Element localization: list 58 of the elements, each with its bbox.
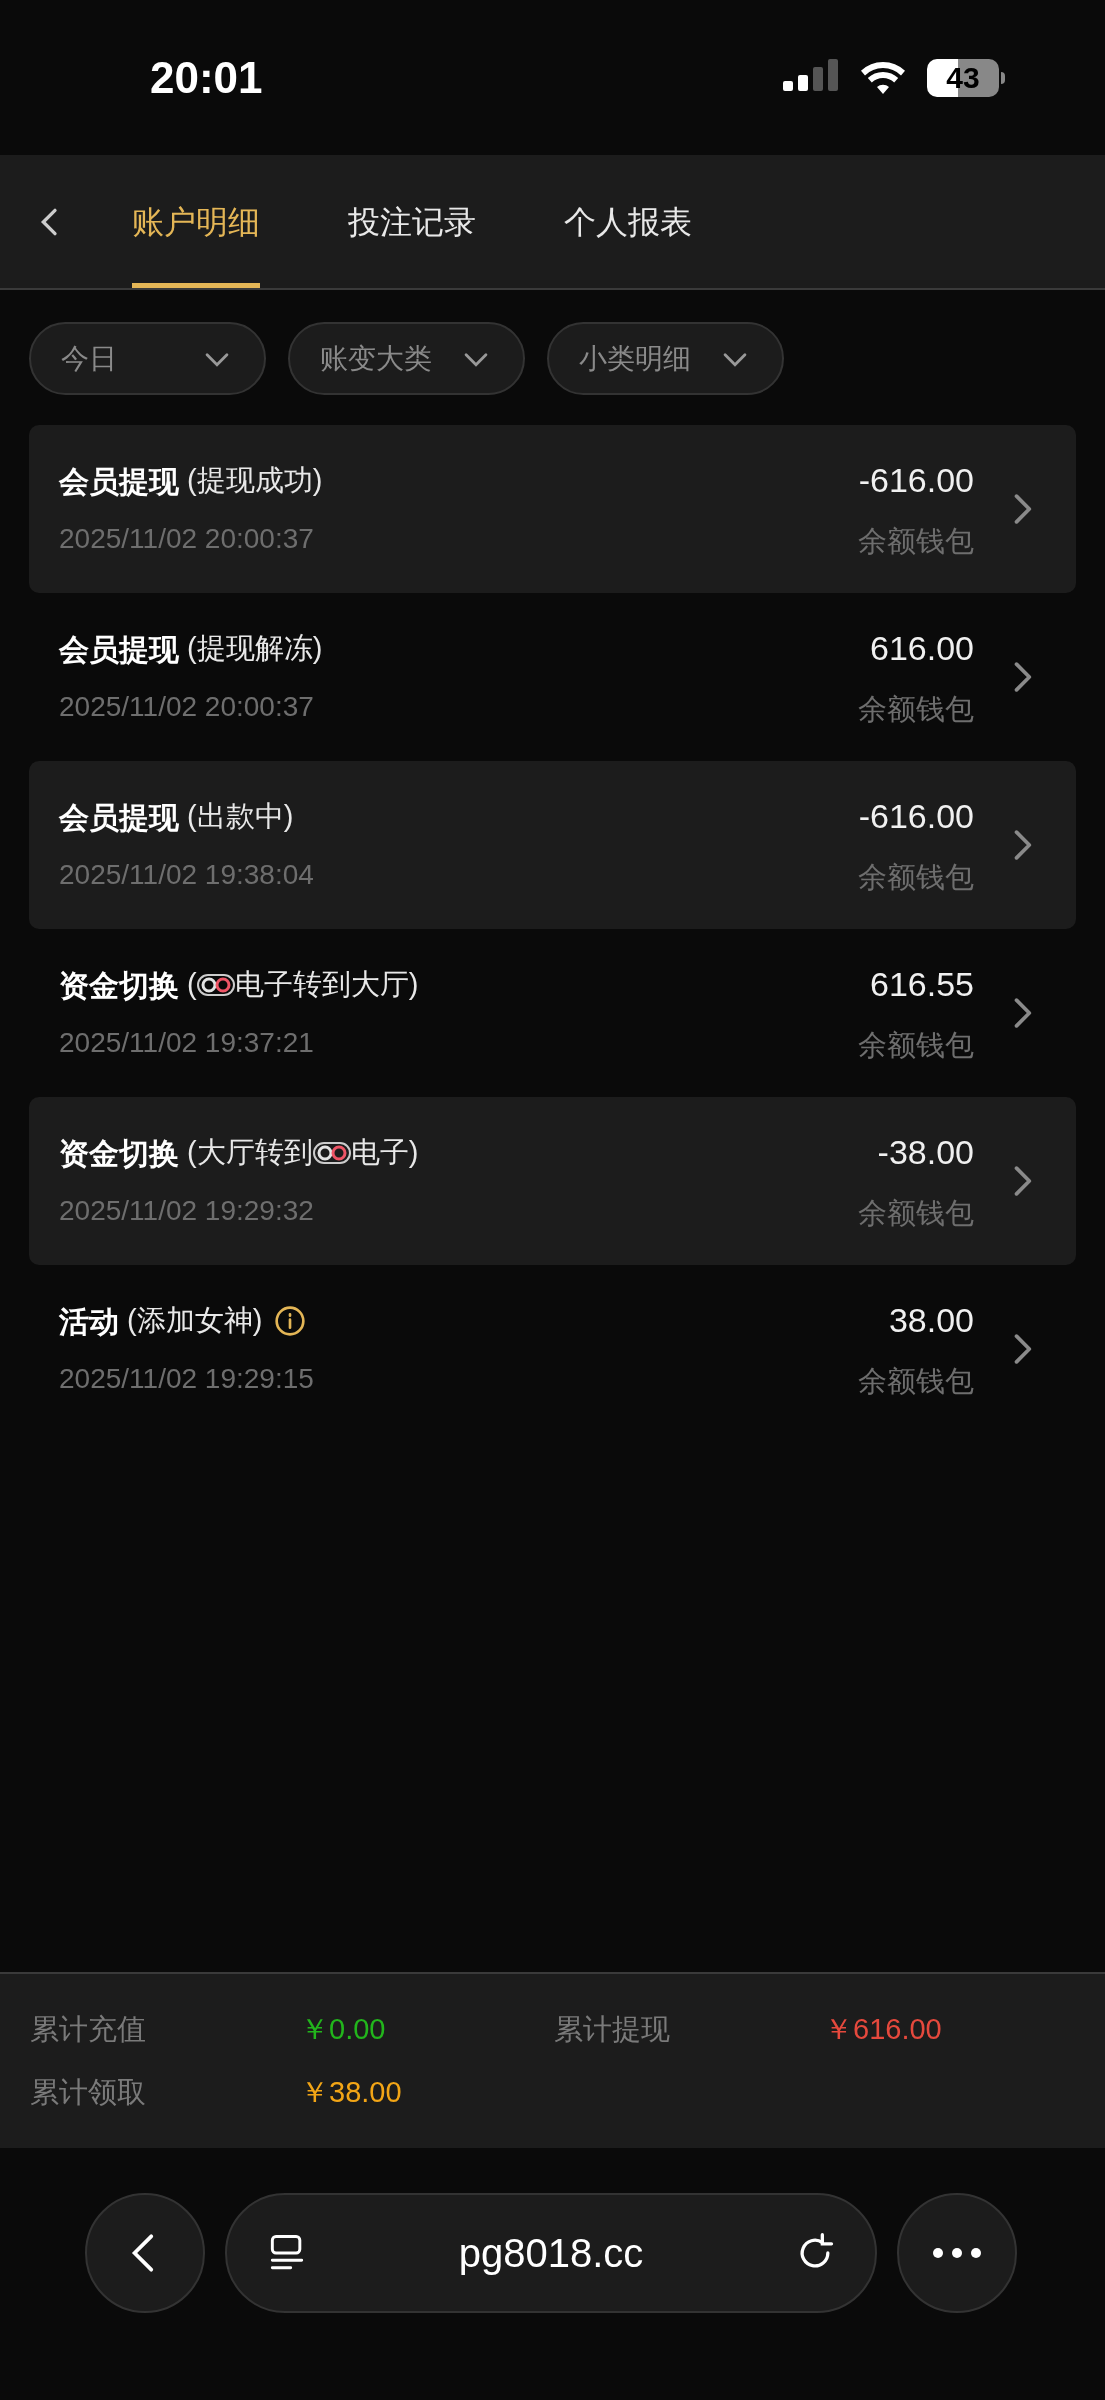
wallet-label: 余额钱包: [858, 859, 974, 895]
tab[interactable]: 投注记录: [348, 155, 476, 288]
record-amount: 616.00: [870, 627, 974, 669]
address-bar[interactable]: pg8018.cc: [225, 2193, 877, 2313]
record-title: 活动: [59, 1303, 119, 1340]
record-detail: (出款中): [187, 799, 294, 835]
record-time: 2025/11/02 19:29:32: [59, 1193, 315, 1228]
summary-label: 累计充值: [30, 2011, 147, 2047]
clock: 20:01: [150, 51, 263, 104]
record-title: 资金切换: [59, 967, 179, 1004]
record-detail: (: [187, 967, 197, 1003]
summary-value: ￥616.00: [824, 2011, 943, 2047]
record-row[interactable]: 会员提现 (出款中) 2025/11/02 19:38:04 -616.00 余额钱包: [29, 761, 1076, 929]
wallet-label: 余额钱包: [858, 523, 974, 559]
wifi-icon: [859, 59, 907, 96]
record-row[interactable]: 活动 (添加女神) 2025/11/02 19:29:15 38.00 余额钱包: [29, 1265, 1076, 1433]
record-time: 2025/11/02 19:38:04: [59, 857, 315, 892]
wallet-label: 余额钱包: [858, 1363, 974, 1399]
wallet-label: 余额钱包: [858, 1027, 974, 1063]
record-detail: (添加女神): [127, 1303, 263, 1339]
tab[interactable]: 账户明细: [132, 155, 260, 288]
record-detail: 电子转到大厅): [234, 967, 419, 1003]
record-row[interactable]: 资金切换 (大厅转到 电子) 2025/11/02 19:29:32 -38.00 余额钱包: [29, 1097, 1076, 1265]
info-icon[interactable]: [274, 1305, 307, 1337]
summary-value: ￥38.00: [300, 2075, 403, 2110]
record-title: 会员提现: [59, 799, 179, 836]
record-row[interactable]: 会员提现 (提现解冻) 2025/11/02 20:00:37 616.00 余额钱包: [29, 593, 1076, 761]
filter-dropdown[interactable]: 小类明细: [547, 322, 784, 395]
record-amount: -616.00: [858, 795, 974, 837]
record-amount: 616.55: [870, 963, 974, 1005]
record-title: 资金切换: [59, 1135, 179, 1172]
record-amount: -616.00: [858, 459, 974, 501]
record-row[interactable]: 资金切换 ( 电子转到大厅) 2025/11/02 19:37:21 616.55 余额钱包: [29, 929, 1076, 1097]
record-detail: (提现成功): [187, 463, 323, 499]
game-logo-icon: [196, 973, 235, 997]
filter-dropdown[interactable]: 今日: [29, 322, 266, 395]
game-logo-icon: [312, 1141, 351, 1165]
record-time: 2025/11/02 20:00:37: [59, 689, 315, 724]
summary-label: 累计领取: [30, 2075, 147, 2110]
filter-dropdown[interactable]: 账变大类: [288, 322, 525, 395]
url-text: pg8018.cc: [458, 2230, 644, 2277]
summary-value: ￥0.00: [300, 2011, 387, 2047]
record-title: 会员提现: [59, 463, 179, 500]
record-detail: 电子): [350, 1135, 419, 1171]
record-row[interactable]: 会员提现 (提现成功) 2025/11/02 20:00:37 -616.00 余额钱包: [29, 425, 1076, 593]
tab[interactable]: 个人报表: [564, 155, 692, 288]
record-detail: (大厅转到: [187, 1135, 313, 1171]
record-amount: 38.00: [888, 1299, 974, 1341]
wallet-label: 余额钱包: [858, 1195, 974, 1231]
summary-label: 累计提现: [554, 2011, 671, 2047]
record-time: 2025/11/02 19:29:15: [59, 1361, 315, 1396]
wallet-label: 余额钱包: [858, 691, 974, 727]
record-time: 2025/11/02 19:37:21: [59, 1025, 315, 1060]
record-detail: (提现解冻): [187, 631, 323, 667]
record-title: 会员提现: [59, 631, 179, 668]
record-amount: -38.00: [877, 1131, 974, 1173]
record-time: 2025/11/02 20:00:37: [59, 521, 315, 556]
more-icon: [932, 2247, 982, 2259]
